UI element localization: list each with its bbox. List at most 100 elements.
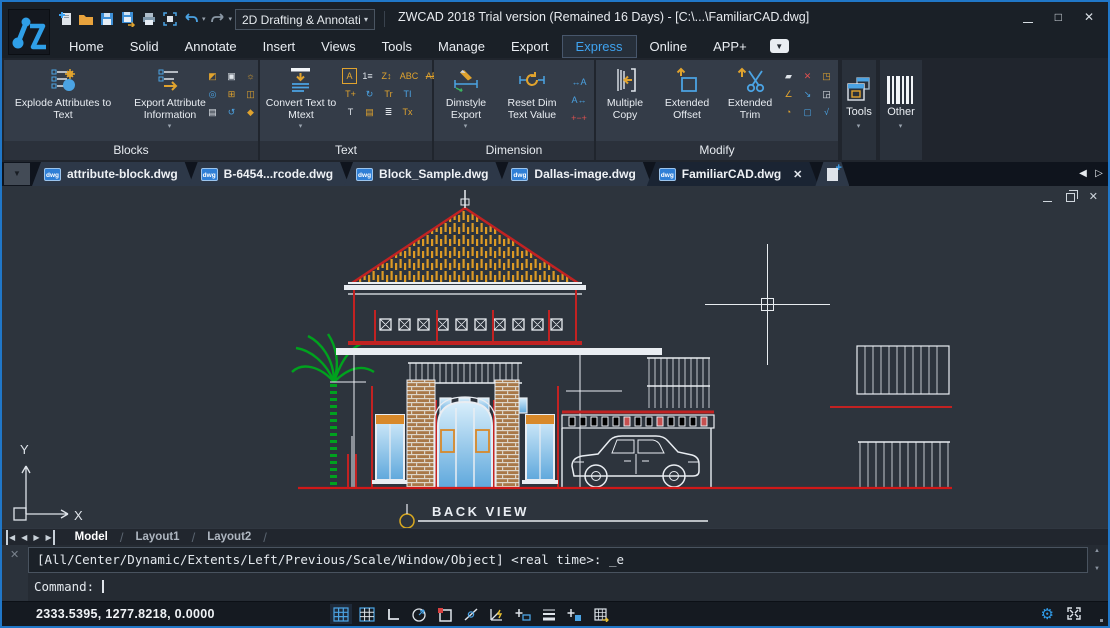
lineweight-toggle-icon[interactable] <box>538 604 560 624</box>
prev-layout-icon[interactable]: ◀ <box>21 530 27 545</box>
drawing-canvas[interactable]: ✕ <box>2 186 1108 528</box>
redo-icon[interactable] <box>209 10 227 27</box>
convert-text-button[interactable]: Convert Text to Mtext ▾ <box>262 64 340 140</box>
snap-line-toggle-icon[interactable] <box>460 604 482 624</box>
polar-toggle-icon[interactable] <box>408 604 430 624</box>
text-extra-icon[interactable]: Tr <box>380 86 397 102</box>
fullscreen-icon[interactable] <box>1066 606 1082 626</box>
tab-layout1[interactable]: Layout1 <box>123 531 191 543</box>
tab-insert[interactable]: Insert <box>250 35 309 58</box>
text-extra-icon[interactable]: ABC <box>397 68 421 84</box>
modify-extra-icon[interactable]: ↘ <box>799 86 816 102</box>
extended-offset-button[interactable]: Extended Offset <box>656 64 718 140</box>
doc-tab-attribute-block[interactable]: dwg attribute-block.dwg <box>32 162 194 186</box>
explode-attributes-button[interactable]: Explode Attributes to Text <box>8 64 118 140</box>
tab-layout2[interactable]: Layout2 <box>195 531 263 543</box>
modify-extra-icon[interactable]: ◔ <box>780 104 797 120</box>
command-prompt[interactable]: Command: <box>34 579 104 594</box>
modify-extra-icon[interactable]: ◳ <box>818 68 835 84</box>
modify-extra-icon[interactable]: √ <box>818 104 835 120</box>
modify-extra-icon[interactable]: ▢ <box>799 104 816 120</box>
app-logo[interactable] <box>8 9 50 55</box>
tab-views[interactable]: Views <box>308 35 368 58</box>
object-snap-toggle-icon[interactable] <box>434 604 456 624</box>
doc-tab-dallas-image[interactable]: dwg Dallas-image.dwg <box>499 162 651 186</box>
first-layout-icon[interactable]: ◀ <box>6 530 15 545</box>
blocks-extra-icon[interactable]: ◎ <box>204 86 221 102</box>
text-extra-icon[interactable]: Tx <box>399 104 416 120</box>
tab-list-dropdown[interactable]: ▼ <box>4 163 30 185</box>
command-scrollbar[interactable]: ▲ ▼ <box>1090 547 1105 573</box>
blocks-extra-icon[interactable]: ⊞ <box>223 86 240 102</box>
scroll-tabs-left-icon[interactable]: ◀ <box>1076 162 1090 186</box>
text-extra-icon[interactable]: TI <box>399 86 416 102</box>
workspace-selector[interactable]: 2D Drafting & Annotati ▾ <box>235 9 375 30</box>
close-tab-icon[interactable]: ✕ <box>793 168 802 181</box>
open-file-icon[interactable] <box>77 10 95 27</box>
text-extra-icon[interactable]: 1≡ <box>359 68 376 84</box>
polar-tracking-toggle-icon[interactable] <box>486 604 508 624</box>
tab-tools[interactable]: Tools <box>369 35 425 58</box>
ortho-toggle-icon[interactable] <box>382 604 404 624</box>
blocks-extra-icon[interactable]: ◆ <box>242 104 259 120</box>
extended-trim-button[interactable]: Extended Trim <box>722 64 778 140</box>
new-tab-button[interactable] <box>815 162 849 186</box>
text-extra-icon[interactable]: T <box>342 104 359 120</box>
next-layout-icon[interactable]: ▶ <box>33 530 39 545</box>
doc-restore-icon[interactable] <box>1066 193 1075 202</box>
dimension-extra-icon[interactable]: ↔A <box>568 74 590 90</box>
dimstyle-export-button[interactable]: Dimstyle Export ▾ <box>436 64 496 140</box>
tab-solid[interactable]: Solid <box>117 35 172 58</box>
save-icon[interactable] <box>98 10 116 27</box>
dynamic-ucs-toggle-icon[interactable] <box>564 604 586 624</box>
save-as-icon[interactable] <box>119 10 137 27</box>
new-file-icon[interactable] <box>56 10 74 27</box>
grid-toggle-icon[interactable] <box>356 604 378 624</box>
modify-extra-icon[interactable]: ∠ <box>780 86 797 102</box>
print-icon[interactable] <box>140 10 158 27</box>
blocks-extra-icon[interactable]: ▤ <box>204 104 221 120</box>
maximize-button[interactable]: □ <box>1055 7 1062 27</box>
text-extra-icon[interactable]: A <box>342 68 357 84</box>
multiple-copy-button[interactable]: Multiple Copy <box>598 64 652 140</box>
doc-tab-familiarcad[interactable]: dwg FamiliarCAD.dwg ✕ <box>647 162 819 186</box>
scroll-up-icon[interactable]: ▲ <box>1094 548 1100 554</box>
snap-toggle-icon[interactable] <box>330 604 352 624</box>
modify-extra-icon[interactable]: ◲ <box>818 86 835 102</box>
doc-minimize-icon[interactable] <box>1043 201 1052 202</box>
undo-icon[interactable] <box>182 10 200 27</box>
text-extra-icon[interactable]: Z↕ <box>378 68 395 84</box>
minimize-ribbon-icon[interactable]: ▼ <box>770 39 789 53</box>
tab-manage[interactable]: Manage <box>425 35 498 58</box>
blocks-extra-icon[interactable]: ◫ <box>242 86 259 102</box>
modify-extra-icon[interactable]: ✕ <box>799 68 816 84</box>
text-extra-icon[interactable]: ↻ <box>361 86 378 102</box>
tab-online[interactable]: Online <box>637 35 701 58</box>
doc-tab-b6454[interactable]: dwg B-6454...rcode.dwg <box>189 162 349 186</box>
undo-dropdown-icon[interactable]: ▾ <box>202 15 206 23</box>
dimension-extra-icon[interactable]: +−+ <box>568 110 590 126</box>
tools-dropdown-button[interactable]: Tools ▾ <box>842 60 876 160</box>
doc-tab-block-sample[interactable]: dwg Block_Sample.dwg <box>344 162 504 186</box>
doc-close-icon[interactable]: ✕ <box>1089 192 1098 203</box>
text-extra-icon[interactable]: ▤ <box>361 104 378 120</box>
annotation-refresh-toggle-icon[interactable] <box>590 604 612 624</box>
command-window[interactable]: ✕ [All/Center/Dynamic/Extents/Left/Previ… <box>2 545 1108 601</box>
close-button[interactable]: ✕ <box>1084 7 1094 27</box>
tab-express[interactable]: Express <box>562 35 637 58</box>
text-extra-icon[interactable]: T+ <box>342 86 359 102</box>
blocks-extra-icon[interactable]: ↺ <box>223 104 240 120</box>
blocks-extra-icon[interactable]: ▣ <box>223 68 240 84</box>
dimension-extra-icon[interactable]: A↔ <box>568 92 590 108</box>
reset-dim-button[interactable]: Reset Dim Text Value <box>498 64 566 140</box>
last-layout-icon[interactable]: ▶ <box>45 530 54 545</box>
tab-annotate[interactable]: Annotate <box>172 35 250 58</box>
tab-model[interactable]: Model <box>63 531 120 543</box>
command-history[interactable]: [All/Center/Dynamic/Extents/Left/Previou… <box>28 547 1088 573</box>
close-command-icon[interactable]: ✕ <box>10 548 19 561</box>
tab-app-plus[interactable]: APP+ <box>700 35 760 58</box>
redo-dropdown-icon[interactable]: ▾ <box>229 15 233 23</box>
dynamic-input-toggle-icon[interactable] <box>512 604 534 624</box>
tab-export[interactable]: Export <box>498 35 562 58</box>
modify-extra-icon[interactable]: ▰ <box>780 68 797 84</box>
